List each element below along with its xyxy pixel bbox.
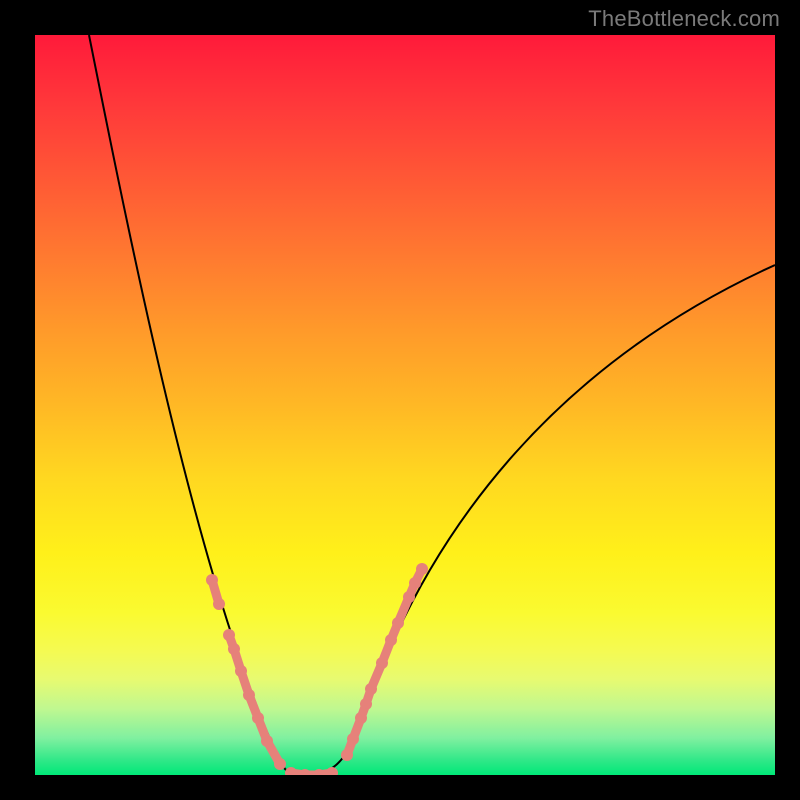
watermark-text: TheBottleneck.com	[588, 6, 780, 32]
chart-container: TheBottleneck.com	[0, 0, 800, 800]
data-marker-segment	[415, 569, 422, 583]
curve-svg	[35, 35, 775, 775]
right-branch-curve	[305, 265, 775, 775]
data-marker-segment	[267, 741, 280, 764]
data-marker-segment	[319, 773, 332, 775]
left-branch-curve	[89, 35, 305, 775]
plot-area	[35, 35, 775, 775]
data-marker-segment	[212, 580, 219, 604]
marker-group	[206, 563, 428, 775]
